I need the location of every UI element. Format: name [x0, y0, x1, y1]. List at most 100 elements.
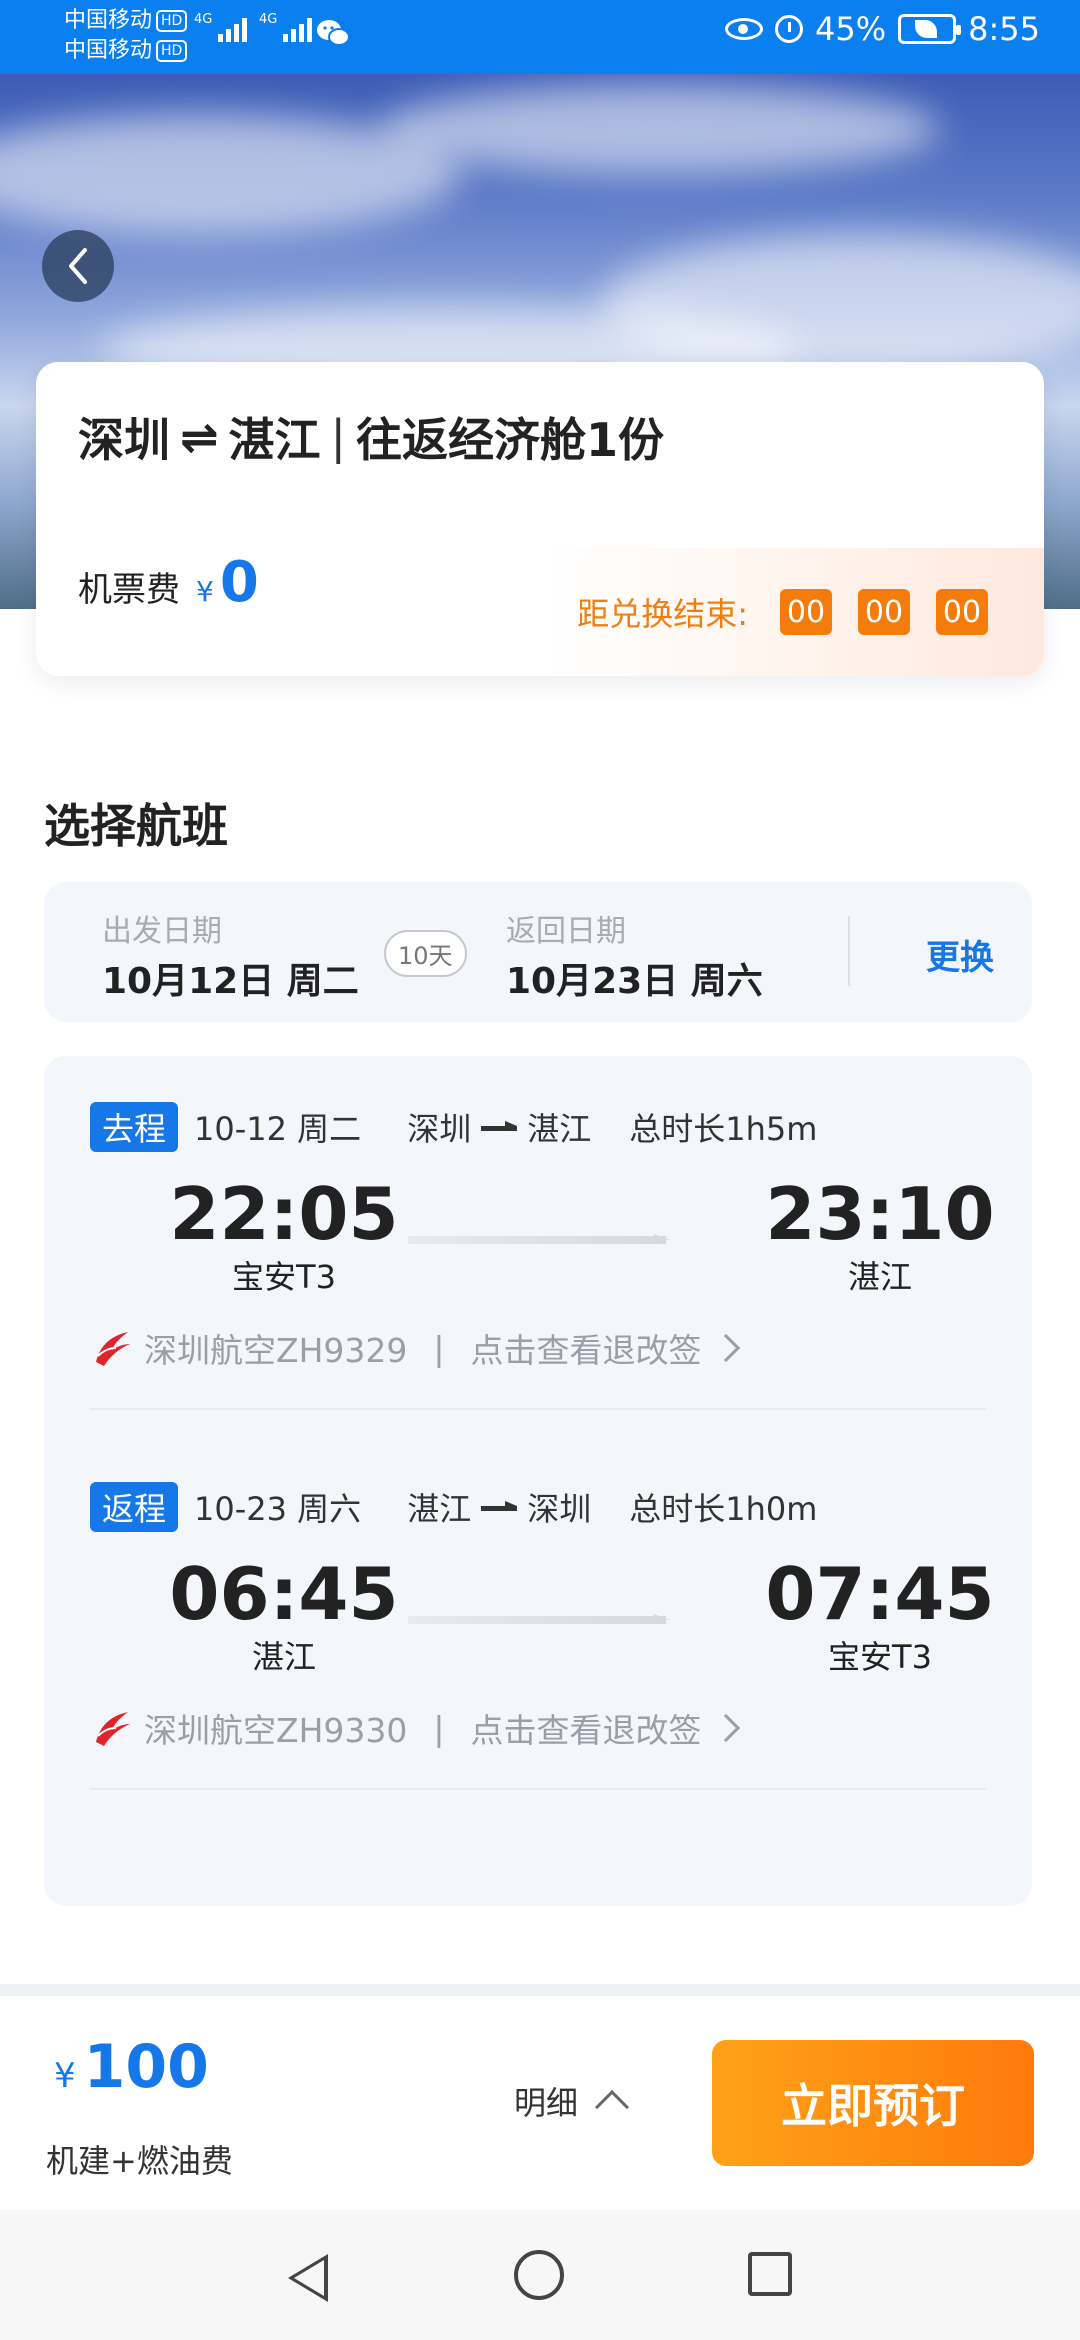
- carrier-2: 中国移动: [64, 38, 153, 63]
- chevron-right-icon: [711, 1333, 740, 1363]
- ticket-summary-card: 深圳 ⇌ 湛江 | 往返经济舱1份 机票费 ¥ 0 距兑换结束: 00 00 0…: [36, 362, 1044, 676]
- carrier-1: 中国移动: [64, 8, 153, 33]
- title-from: 深圳: [78, 413, 170, 467]
- divider: [90, 1788, 986, 1790]
- back-icon: [69, 248, 87, 284]
- fee-amount: 0: [219, 550, 259, 615]
- refund-rules-link[interactable]: 点击查看退改签: [471, 1704, 702, 1752]
- date-selector: 出发日期 10月12日 周二 10天 返回日期 10月23日 周六 更换: [44, 882, 1032, 1022]
- arrival-time: 23:10: [765, 1172, 995, 1256]
- signal-icons: 4G 4G: [194, 12, 312, 42]
- title-desc: 往返经济舱1份: [356, 413, 665, 467]
- bottom-bar: ¥ 100 机建+燃油费 明细 立即预订: [0, 1996, 1080, 2210]
- flight-outbound[interactable]: 去程 10-12 周二 深圳 湛江 总时长1h5m 22:05 宝安T3 23:…: [44, 1056, 1032, 1436]
- system-nav-bar: [0, 2210, 1080, 2340]
- airline-separator: |: [433, 1328, 445, 1368]
- leg-header: 返程 10-23 周六 湛江 深圳 总时长1h0m: [90, 1482, 817, 1532]
- swap-icon: ⇌: [180, 410, 219, 464]
- return-date-label: 返回日期: [506, 914, 626, 949]
- title-separator: |: [330, 410, 347, 464]
- leg-tag: 去程: [90, 1102, 179, 1152]
- price-description: 机建+燃油费: [46, 2142, 233, 2180]
- route-arrow-icon: [481, 1501, 518, 1513]
- battery-percent: 45%: [815, 10, 887, 48]
- airline-row: 深圳航空ZH9330 | 点击查看退改签: [90, 1704, 740, 1752]
- divider: [0, 1984, 1080, 1996]
- flight-line: [408, 1234, 670, 1244]
- leg-tag: 返程: [90, 1482, 179, 1532]
- departure-time: 06:45: [169, 1552, 399, 1636]
- refund-rules-link[interactable]: 点击查看退改签: [471, 1324, 702, 1372]
- price-amount: 100: [83, 2032, 209, 2102]
- leg-route: 湛江 深圳: [407, 1484, 591, 1530]
- change-date-button[interactable]: 更换: [926, 930, 994, 979]
- return-date-value[interactable]: 10月23日 周六: [506, 952, 763, 1004]
- hd-badge: HD: [156, 10, 188, 32]
- wechat-icon: [316, 18, 350, 56]
- total-price: ¥ 100: [54, 2032, 209, 2102]
- alarm-icon: [775, 15, 804, 43]
- network-type: 4G: [259, 12, 278, 27]
- flight-list: 去程 10-12 周二 深圳 湛江 总时长1h5m 22:05 宝安T3 23:…: [44, 1056, 1032, 1906]
- countdown-minutes: 00: [858, 589, 910, 635]
- fee-label: 机票费: [78, 570, 180, 610]
- route-to: 深圳: [527, 1490, 592, 1528]
- leg-duration: 总时长1h0m: [629, 1490, 818, 1528]
- nav-recent-icon[interactable]: [748, 2252, 792, 2296]
- price-detail-toggle[interactable]: 明细: [514, 2078, 629, 2124]
- flight-line: [408, 1614, 670, 1624]
- countdown-hours: 00: [780, 589, 832, 635]
- airline-flight-number: 深圳航空ZH9330: [144, 1711, 408, 1750]
- back-button[interactable]: [42, 230, 114, 302]
- route-to: 湛江: [527, 1110, 592, 1148]
- signal-icon: 4G: [259, 12, 312, 42]
- hd-badge: HD: [156, 40, 188, 62]
- arrival-airport: 宝安T3: [828, 1638, 932, 1676]
- airline-logo-icon: [96, 1332, 130, 1366]
- network-type: 4G: [194, 12, 213, 27]
- airline-flight-number: 深圳航空ZH9329: [144, 1331, 408, 1370]
- status-bar: 中国移动 HD 中国移动 HD 4G 4G 45% 8:55: [0, 0, 1080, 74]
- battery-icon: [898, 14, 962, 44]
- departure-airport: 湛江: [251, 1638, 316, 1676]
- depart-date-value[interactable]: 10月12日 周二: [102, 952, 359, 1004]
- signal-icon: 4G: [194, 12, 247, 42]
- departure-time: 22:05: [169, 1172, 399, 1256]
- leg-header: 去程 10-12 周二 深圳 湛江 总时长1h5m: [90, 1102, 817, 1152]
- leg-route: 深圳 湛江: [407, 1104, 591, 1150]
- divider: [848, 916, 850, 986]
- nav-back-icon[interactable]: [288, 2254, 328, 2302]
- arrival-time: 07:45: [765, 1552, 995, 1636]
- airline-logo-icon: [96, 1712, 130, 1746]
- carrier-info: 中国移动 HD 中国移动 HD: [64, 6, 188, 66]
- ticket-title: 深圳 ⇌ 湛江 | 往返经济舱1份: [78, 404, 664, 470]
- nav-home-icon[interactable]: [514, 2250, 564, 2300]
- fee-value: ¥ 0: [196, 550, 259, 615]
- detail-label: 明细: [514, 2084, 579, 2122]
- currency-symbol: ¥: [54, 2056, 76, 2096]
- flight-return[interactable]: 返程 10-23 周六 湛江 深圳 总时长1h0m 06:45 湛江 07:45…: [44, 1436, 1032, 1816]
- route-from: 深圳: [407, 1110, 472, 1148]
- chevron-up-icon: [595, 2090, 629, 2124]
- leg-date: 10-12 周二: [194, 1110, 362, 1148]
- title-to: 湛江: [228, 413, 321, 467]
- departure-airport: 宝安T3: [232, 1258, 336, 1296]
- divider: [90, 1408, 986, 1410]
- leg-date: 10-23 周六: [194, 1490, 362, 1528]
- depart-date-label: 出发日期: [102, 914, 222, 949]
- eye-icon: [725, 18, 764, 40]
- status-right: 45% 8:55: [725, 10, 1040, 48]
- route-from: 湛江: [407, 1490, 472, 1528]
- arrival-airport: 湛江: [847, 1258, 912, 1296]
- airline-row: 深圳航空ZH9329 | 点击查看退改签: [90, 1324, 740, 1372]
- countdown: 距兑换结束: 00 00 00: [544, 548, 1044, 676]
- book-now-button[interactable]: 立即预订: [712, 2040, 1034, 2166]
- trip-days-badge: 10天: [384, 930, 467, 977]
- chevron-right-icon: [711, 1713, 740, 1743]
- countdown-label: 距兑换结束:: [577, 595, 748, 633]
- countdown-seconds: 00: [936, 589, 988, 635]
- route-arrow-icon: [481, 1121, 518, 1133]
- leg-duration: 总时长1h5m: [629, 1110, 818, 1148]
- section-title: 选择航班: [44, 799, 228, 853]
- airline-separator: |: [433, 1708, 445, 1748]
